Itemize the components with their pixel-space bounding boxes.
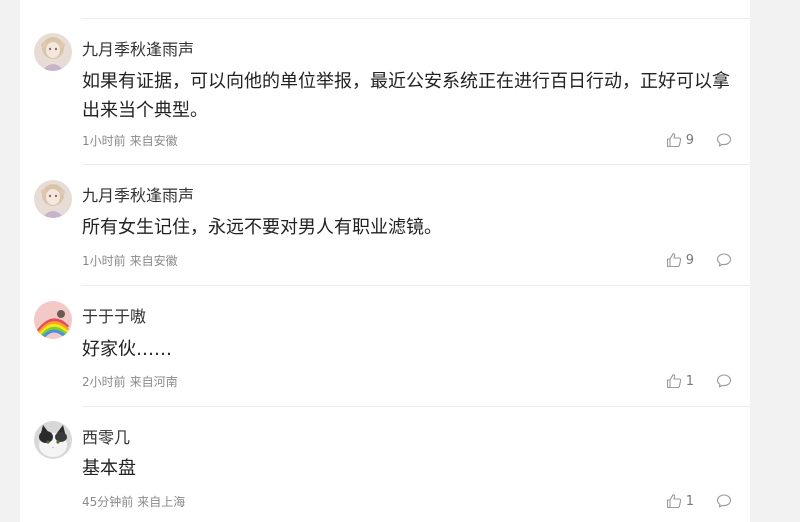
comment-location: 来自安徽 [129,254,178,268]
like-button[interactable]: 9 [666,252,694,268]
comment-text: 好家伙…… [82,339,172,360]
user-avatar[interactable] [34,180,72,218]
comment-bubble-icon [716,133,732,147]
like-count: 1 [685,373,694,389]
comment-item: 于于于嗷 好家伙…… 2小时前 来自河南 1 [20,287,750,407]
comment-location: 来自安徽 [129,134,178,148]
avatar-anime-girl-icon [34,180,72,218]
username[interactable]: 于于于嗷 [82,303,146,327]
reply-button[interactable] [716,373,732,389]
divider [82,164,750,165]
avatar-rainbow-icon [34,301,72,339]
comment-item: 西零几 基本盘 45分钟前 来自上海 1 [20,408,750,522]
like-button[interactable]: 1 [666,373,694,389]
reply-button[interactable] [716,252,732,268]
comment-feed: 九月季秋逢雨声 如果有证据，可以向他的单位举报，最近公安系统正在进行百日行动，正… [20,0,750,522]
like-count: 9 [685,252,694,268]
avatar-cat-icon [34,421,72,459]
comment-text: 如果有证据，可以向他的单位举报，最近公安系统正在进行百日行动，正好可以拿出来当个… [82,71,730,121]
comment-time: 1小时前 [82,254,126,268]
comment-item: 九月季秋逢雨声 如果有证据，可以向他的单位举报，最近公安系统正在进行百日行动，正… [20,19,750,165]
comment-meta: 1小时前 来自安徽 [82,132,178,149]
like-button[interactable]: 9 [666,132,694,148]
comment-meta: 2小时前 来自河南 [82,373,178,390]
username[interactable]: 九月季秋逢雨声 [82,36,194,60]
like-count: 9 [685,132,694,148]
thumbs-up-icon [666,253,681,268]
comment-meta: 1小时前 来自安徽 [82,252,178,269]
user-avatar[interactable] [34,33,72,71]
comment-time: 45分钟前 [82,495,134,509]
reply-button[interactable] [716,493,732,509]
comment-actions: 1 [666,372,732,390]
comment-time: 2小时前 [82,375,126,389]
thumbs-up-icon [666,494,681,509]
comment-bubble-icon [716,494,732,508]
comment-actions: 1 [666,492,732,510]
reply-button[interactable] [716,132,732,148]
thumbs-up-icon [666,133,681,148]
username[interactable]: 九月季秋逢雨声 [82,182,194,206]
user-avatar[interactable] [34,421,72,459]
divider [82,406,750,407]
like-count: 1 [685,493,694,509]
like-button[interactable]: 1 [666,493,694,509]
username[interactable]: 西零几 [82,424,130,448]
avatar-anime-girl-icon [34,33,72,71]
comment-location: 来自河南 [129,375,178,389]
comment-bubble-icon [716,374,732,388]
comment-time: 1小时前 [82,134,126,148]
divider [82,285,750,286]
comment-text: 所有女生记住，永远不要对男人有职业滤镜。 [82,217,442,238]
comment-actions: 9 [666,251,732,269]
user-avatar[interactable] [34,301,72,339]
comment-text: 基本盘 [82,458,136,479]
comment-meta: 45分钟前 来自上海 [82,493,185,510]
comment-bubble-icon [716,253,732,267]
comment-location: 来自上海 [137,495,186,509]
comment-actions: 9 [666,131,732,149]
comment-item: 九月季秋逢雨声 所有女生记住，永远不要对男人有职业滤镜。 1小时前 来自安徽 9 [20,166,750,286]
thumbs-up-icon [666,374,681,389]
